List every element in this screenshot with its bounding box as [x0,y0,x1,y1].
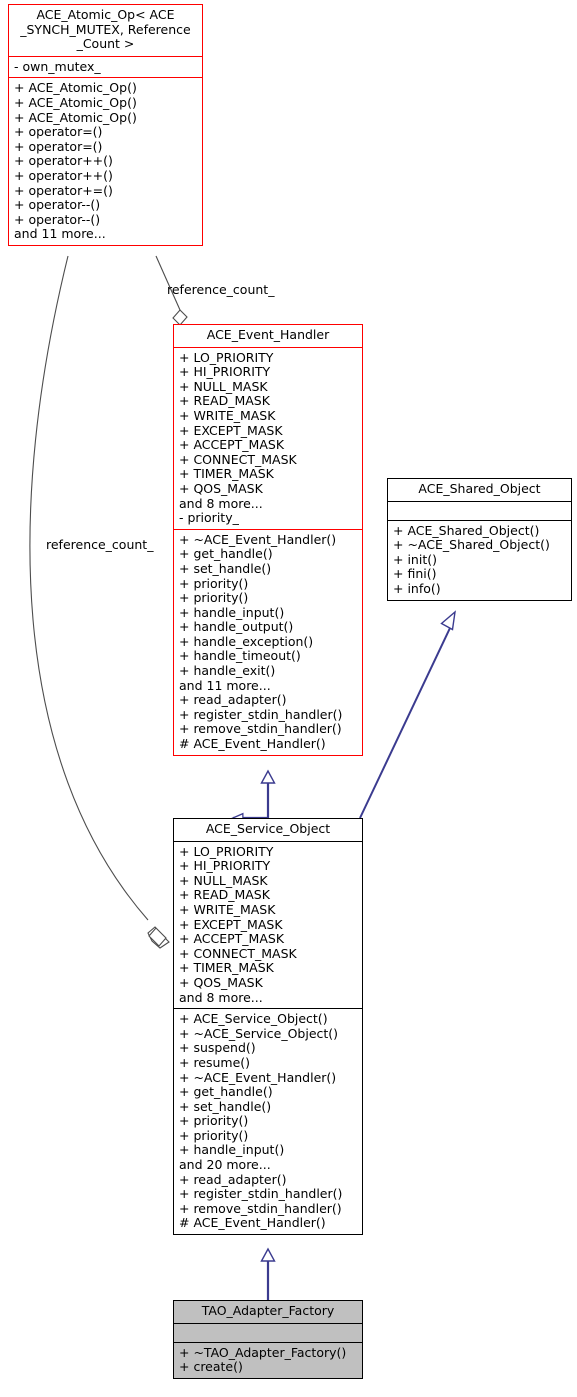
operation-row: + handle_input() [179,604,285,620]
operation-row: # ACE_Event_Handler() [179,736,326,752]
operations-ace-atomic-op: + ACE_Atomic_Op() + ACE_Atomic_Op() + AC… [9,77,202,245]
operation-row: + remove_stdin_handler() [179,1200,342,1216]
attribute-row: + HI_PRIORITY [179,858,271,874]
operation-row: + ~ACE_Service_Object() [179,1025,339,1041]
operations-ace-event-handler: + ~ACE_Event_Handler() + get_handle() + … [174,528,362,755]
operation-row: # ACE_Event_Handler() [179,1215,326,1231]
attribute-row: - own_mutex_ [14,58,101,74]
class-name-ace-service-object: ACE_Service_Object [205,821,331,836]
attribute-row: + EXCEPT_MASK [179,916,283,932]
operation-row: + init() [393,551,437,567]
operations-ace-shared-object: + ACE_Shared_Object() + ~ACE_Shared_Obje… [388,519,571,600]
class-name-tao-adapter-factory: TAO_Adapter_Factory [201,1303,335,1318]
operations-tao-adapter-factory: + ~TAO_Adapter_Factory() + create() [174,1341,362,1378]
operation-row: + handle_output() [179,619,294,635]
operation-row: + priority() [179,1127,249,1143]
attribute-row: + CONNECT_MASK [179,945,297,961]
operation-row: and 11 more... [179,677,271,693]
operation-row: + fini() [393,566,437,582]
operation-row: + ACE_Service_Object() [179,1011,328,1027]
attribute-row: + TIMER_MASK [179,960,274,976]
attribute-row: + QOS_MASK [179,974,263,990]
operation-row: + resume() [179,1054,251,1070]
operation-row: + get_handle() [179,1084,273,1100]
operation-row: + priority() [179,575,249,591]
attribute-row: + ACCEPT_MASK [179,931,285,947]
operation-row: + read_adapter() [179,692,287,708]
operation-row: and 11 more... [14,226,106,242]
class-name-ace-event-handler: ACE_Event_Handler [206,327,330,342]
attribute-row: + NULL_MASK [179,378,268,394]
operation-row: + ~ACE_Event_Handler() [179,531,337,547]
operation-row: + handle_exception() [179,633,314,649]
operation-row: + ACE_Shared_Object() [393,522,540,538]
generalization-edge-event-handler [233,769,276,818]
operation-row: + info() [393,580,441,596]
attributes-ace-atomic-op: - own_mutex_ [9,55,202,78]
operation-row: + handle_input() [179,1142,285,1158]
operation-row: + set_handle() [179,560,272,576]
attribute-row: + WRITE_MASK [179,901,276,917]
operation-row: + suspend() [179,1040,256,1056]
operation-row: + operator--() [14,197,101,213]
operation-row: + operator++() [14,167,113,183]
operations-ace-service-object: + ACE_Service_Object() + ~ACE_Service_Ob… [174,1008,362,1234]
operation-row: + handle_timeout() [179,648,301,664]
operation-row: + operator--() [14,211,101,227]
edge-label-reference-count-event-handler: reference_count_ [167,282,275,297]
attribute-row: + CONNECT_MASK [179,451,297,467]
operation-row: + register_stdin_handler() [179,1186,343,1202]
edge-label-reference-count-service-object: reference_count_ [46,537,154,552]
attributes-ace-shared-object [388,500,571,520]
attributes-ace-service-object: + LO_PRIORITY + HI_PRIORITY + NULL_MASK … [174,840,362,1009]
operation-row: + ~ACE_Event_Handler() [179,1069,337,1085]
operation-row: + read_adapter() [179,1171,287,1187]
operation-row: + ACE_Atomic_Op() [14,109,137,125]
operation-row: + remove_stdin_handler() [179,721,342,737]
attribute-row: - priority_ [179,510,239,526]
attribute-row: + LO_PRIORITY [179,843,274,859]
operation-row: + get_handle() [179,546,273,562]
operation-row: and 20 more... [179,1157,271,1173]
operation-row: + ACE_Atomic_Op() [14,94,137,110]
aggregation-edge-service-object [29,255,170,949]
attribute-row: + NULL_MASK [179,872,268,888]
operation-row: + create() [179,1359,243,1375]
attribute-row: + LO_PRIORITY [179,349,274,365]
operation-row: + priority() [179,1113,249,1129]
class-box-ace-atomic-op[interactable]: ACE_Atomic_Op< ACE _SYNCH_MUTEX, Referen… [8,4,203,246]
generalization-edge-shared-object [359,610,456,819]
class-box-ace-service-object[interactable]: ACE_Service_Object + LO_PRIORITY + HI_PR… [173,818,363,1236]
uml-class-diagram: ACE_Atomic_Op< ACE _SYNCH_MUTEX, Referen… [0,0,577,1397]
attribute-row: + EXCEPT_MASK [179,422,283,438]
operation-row: + set_handle() [179,1098,272,1114]
attribute-row: + ACCEPT_MASK [179,437,285,453]
class-name-ace-shared-object: ACE_Shared_Object [418,481,541,496]
operation-row: + register_stdin_handler() [179,706,343,722]
attribute-row: + QOS_MASK [179,480,263,496]
attribute-row: and 8 more... [179,989,263,1005]
attributes-tao-adapter-factory [174,1322,362,1342]
class-box-tao-adapter-factory[interactable]: TAO_Adapter_Factory + ~TAO_Adapter_Facto… [173,1300,363,1379]
generalization-edge-adapter-factory [260,1247,276,1300]
operation-row: + priority() [179,590,249,606]
attributes-ace-event-handler: + LO_PRIORITY + HI_PRIORITY + NULL_MASK … [174,346,362,529]
operation-row: + handle_exit() [179,663,276,679]
attribute-row: and 8 more... [179,495,263,511]
attribute-row: + READ_MASK [179,393,270,409]
attribute-row: + READ_MASK [179,887,270,903]
operation-row: + operator+=() [14,182,113,198]
attribute-row: + WRITE_MASK [179,407,276,423]
attribute-row: + HI_PRIORITY [179,364,271,380]
operation-row: + operator=() [14,138,103,154]
attribute-row: + TIMER_MASK [179,466,274,482]
operation-row: + operator++() [14,153,113,169]
class-name-ace-atomic-op: ACE_Atomic_Op< ACE _SYNCH_MUTEX, Referen… [20,7,191,52]
operation-row: + ACE_Atomic_Op() [14,80,137,96]
operation-row: + ~TAO_Adapter_Factory() [179,1344,347,1360]
class-box-ace-shared-object[interactable]: ACE_Shared_Object + ACE_Shared_Object() … [387,478,572,601]
class-box-ace-event-handler[interactable]: ACE_Event_Handler + LO_PRIORITY + HI_PRI… [173,324,363,756]
operation-row: + ~ACE_Shared_Object() [393,537,550,553]
operation-row: + operator=() [14,124,103,140]
